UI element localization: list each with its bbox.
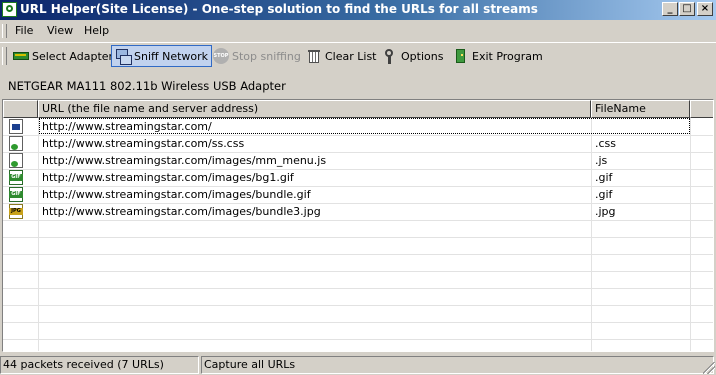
- jpg-file-icon: [9, 204, 23, 219]
- menu-help[interactable]: Help: [84, 24, 109, 37]
- options-label: Options: [401, 49, 444, 63]
- menu-grip[interactable]: [2, 24, 7, 38]
- minimize-button[interactable]: _: [662, 2, 678, 16]
- clear-list-label: Clear List: [325, 49, 377, 63]
- js-file-icon: [9, 153, 23, 168]
- stop-sniffing-button[interactable]: Stop sniffing: [210, 45, 304, 67]
- menu-bar: File View Help: [0, 21, 716, 41]
- exit-door-icon: [453, 48, 469, 64]
- sniff-network-button[interactable]: Sniff Network: [111, 45, 213, 67]
- status-bar: 44 packets received (7 URLs) Capture all…: [0, 355, 716, 375]
- menu-file[interactable]: File: [15, 24, 33, 37]
- stop-icon: [213, 48, 229, 64]
- css-file-icon: [9, 136, 23, 151]
- toolbar-grip[interactable]: [2, 47, 7, 65]
- filename-cell: .gif: [595, 171, 613, 184]
- adapter-icon: [13, 48, 29, 64]
- grid-line: [3, 271, 713, 272]
- html-file-icon: [9, 119, 23, 134]
- filename-cell: .gif: [595, 188, 613, 201]
- grid-line: [3, 322, 713, 323]
- capture-mode-status: Capture all URLs: [201, 356, 714, 374]
- grid-line: [3, 237, 713, 238]
- table-row[interactable]: http://www.streamingstar.com/: [3, 118, 713, 135]
- exit-program-label: Exit Program: [472, 49, 543, 63]
- grid-line: [3, 220, 713, 221]
- url-cell: http://www.streamingstar.com/images/bund…: [42, 205, 321, 218]
- close-button[interactable]: ×: [697, 2, 713, 16]
- filename-cell: .css: [595, 137, 617, 150]
- stop-sniffing-label: Stop sniffing: [232, 49, 301, 63]
- url-column-header[interactable]: URL (the file name and server address): [38, 100, 591, 118]
- table-row[interactable]: http://www.streamingstar.com/ss.css .css: [3, 135, 713, 152]
- adapter-label: NETGEAR MA111 802.11b Wireless USB Adapt…: [8, 79, 286, 93]
- packet-count-status: 44 packets received (7 URLs): [0, 356, 199, 374]
- table-row[interactable]: http://www.streamingstar.com/images/bg1.…: [3, 169, 713, 186]
- sniff-network-label: Sniff Network: [134, 49, 209, 63]
- window-title: URL Helper(Site License) - One-step solu…: [20, 2, 538, 16]
- app-icon[interactable]: [2, 2, 17, 17]
- grid-line: [3, 339, 713, 340]
- maximize-button[interactable]: □: [679, 2, 695, 16]
- empty-column-header: [690, 100, 713, 118]
- network-icon: [115, 48, 132, 65]
- options-button[interactable]: Options: [379, 45, 446, 67]
- trash-icon: [306, 48, 322, 64]
- table-row[interactable]: http://www.streamingstar.com/images/bund…: [3, 203, 713, 220]
- menu-view[interactable]: View: [47, 24, 73, 37]
- filename-cell: .js: [595, 154, 608, 167]
- clear-list-button[interactable]: Clear List: [303, 45, 380, 67]
- toolbar: Select Adapter Sniff Network Stop sniffi…: [0, 42, 716, 69]
- title-bar[interactable]: URL Helper(Site License) - One-step solu…: [0, 0, 716, 20]
- url-list[interactable]: URL (the file name and server address) F…: [2, 99, 714, 352]
- filename-cell: .jpg: [595, 205, 616, 218]
- select-adapter-button[interactable]: Select Adapter: [10, 45, 116, 67]
- gif-file-icon: [9, 187, 23, 202]
- exit-program-button[interactable]: Exit Program: [450, 45, 546, 67]
- url-cell: http://www.streamingstar.com/images/mm_m…: [42, 154, 327, 167]
- options-icon: [382, 48, 398, 64]
- table-row[interactable]: http://www.streamingstar.com/images/mm_m…: [3, 152, 713, 169]
- grid-line: [3, 305, 713, 306]
- resize-grip-icon[interactable]: [703, 362, 715, 374]
- select-adapter-label: Select Adapter: [32, 49, 114, 63]
- url-cell: http://www.streamingstar.com/images/bund…: [42, 188, 311, 201]
- url-cell: http://www.streamingstar.com/images/bg1.…: [42, 171, 294, 184]
- table-row[interactable]: http://www.streamingstar.com/images/bund…: [3, 186, 713, 203]
- filename-column-header[interactable]: FileName: [591, 100, 690, 118]
- gif-file-icon: [9, 170, 23, 185]
- url-cell: http://www.streamingstar.com/ss.css: [42, 137, 245, 150]
- icon-column-header[interactable]: [3, 100, 38, 118]
- grid-line: [3, 254, 713, 255]
- grid-line: [3, 288, 713, 289]
- selection-focus-rect: [39, 118, 690, 134]
